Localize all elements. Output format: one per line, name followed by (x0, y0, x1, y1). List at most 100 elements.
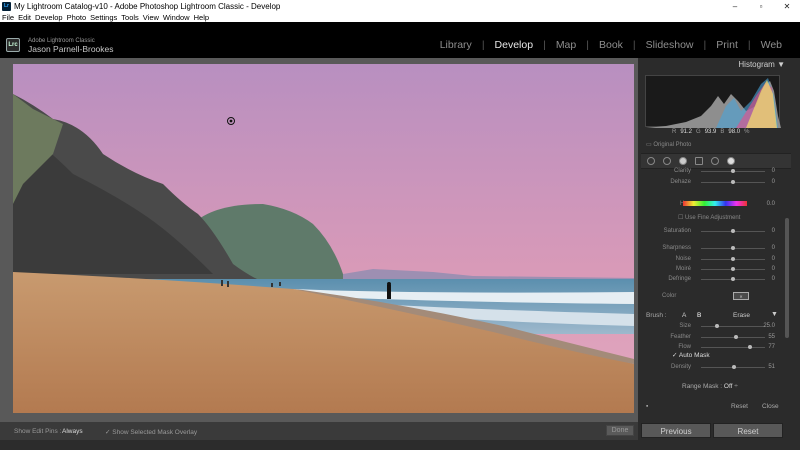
slider-knob[interactable] (731, 267, 735, 271)
module-print[interactable]: Print (716, 39, 738, 51)
brush-erase-button[interactable]: Erase (733, 312, 750, 319)
slider-row: Density 51 (641, 362, 779, 372)
slider-label: Flow (678, 344, 691, 350)
menu-tools[interactable]: Tools (121, 13, 139, 22)
slider-value[interactable]: 55 (768, 334, 775, 340)
slider-label: Feather (670, 334, 691, 340)
slider-label: Density (670, 364, 691, 370)
toolbar: Show Edit Pins : Always ✓ Show Selected … (0, 422, 638, 440)
b-value: 98.0 (728, 129, 741, 135)
slider-value[interactable]: 0 (772, 256, 775, 262)
menu-file[interactable]: File (2, 13, 14, 22)
slider-label: Sharpness (662, 245, 691, 251)
previous-button[interactable]: Previous (641, 423, 711, 438)
auto-mask-checkbox[interactable]: ✓ Auto Mask (672, 351, 710, 359)
red-eye-icon[interactable] (679, 157, 687, 165)
brush-a-button[interactable]: A (682, 312, 686, 319)
slider-knob[interactable] (731, 277, 735, 281)
menu-settings[interactable]: Settings (90, 13, 117, 22)
slider-label: Moiré (675, 266, 691, 272)
slider-track[interactable] (701, 347, 765, 348)
slider-knob[interactable] (731, 257, 735, 261)
brush-collapse-icon[interactable]: ▼ (771, 311, 778, 318)
slider-knob[interactable] (731, 365, 736, 369)
r-label: R (672, 129, 677, 135)
show-overlay-checkbox[interactable]: ✓ Show Selected Mask Overlay (105, 428, 197, 436)
radial-filter-icon[interactable] (711, 157, 719, 165)
crop-tool-icon[interactable] (647, 157, 655, 165)
slider-value[interactable]: 0 (772, 179, 775, 185)
slider-value[interactable]: 0 (772, 266, 775, 272)
color-label: Color (662, 293, 677, 299)
show-edit-pins-select[interactable]: Always (62, 428, 83, 435)
histogram-header[interactable]: Histogram ▼ (645, 60, 785, 72)
show-overlay-label: Show Selected Mask Overlay (112, 429, 198, 436)
menu-develop[interactable]: Develop (35, 13, 63, 22)
graduated-filter-icon[interactable] (695, 157, 703, 165)
slider-track[interactable] (701, 337, 765, 338)
slider-knob[interactable] (715, 324, 719, 328)
slider-label: Defringe (668, 276, 691, 282)
module-separator: | (747, 39, 751, 51)
minimize-button[interactable]: – (722, 2, 748, 11)
auto-mask-label: Auto Mask (678, 352, 710, 359)
original-photo-text: Original Photo (653, 142, 692, 148)
slider-knob[interactable] (734, 335, 739, 339)
spot-removal-icon[interactable] (663, 157, 671, 165)
panel-toggle-icon[interactable]: ▪ (646, 403, 648, 410)
panel-scrollbar[interactable] (785, 218, 789, 338)
lrc-logo: Lrc (6, 38, 20, 52)
slider-value[interactable]: 0 (772, 168, 775, 174)
slider-value[interactable]: 51 (768, 364, 775, 370)
menu-photo[interactable]: Photo (67, 13, 87, 22)
module-web[interactable]: Web (761, 39, 782, 51)
module-separator: | (586, 39, 589, 51)
maximize-button[interactable]: ▫ (748, 2, 774, 11)
photo-canvas[interactable] (13, 64, 634, 413)
module-separator: | (632, 39, 636, 51)
slider-knob[interactable] (731, 246, 735, 250)
brush-b-button[interactable]: B (697, 312, 701, 319)
reset-button[interactable]: Reset (713, 423, 783, 438)
done-button[interactable]: Done (606, 425, 634, 436)
slider-value[interactable]: 25.0 (763, 323, 775, 329)
module-separator: | (543, 39, 546, 51)
slider-value[interactable]: 0 (772, 228, 775, 234)
module-map[interactable]: Map (556, 39, 576, 51)
menu-bar: File Edit Develop Photo Settings Tools V… (0, 12, 800, 22)
color-swatch[interactable]: ✕ (733, 292, 749, 300)
slider-value[interactable]: 0.0 (767, 201, 775, 207)
range-mask-select[interactable]: Range Mask : Off ÷ (682, 383, 738, 390)
slider-label: Dehaze (670, 179, 691, 185)
slider-value[interactable]: 0 (772, 245, 775, 251)
menu-view[interactable]: View (143, 13, 159, 22)
module-slideshow[interactable]: Slideshow (646, 39, 694, 51)
slider-value[interactable]: 0 (772, 276, 775, 282)
slider-track[interactable] (701, 326, 765, 327)
slider-knob[interactable] (748, 345, 753, 349)
percent-unit: % (744, 129, 750, 135)
g-label: G (696, 129, 701, 135)
adjustment-brush-icon[interactable] (727, 157, 735, 165)
slider-knob[interactable] (731, 180, 735, 184)
use-fine-adjustment-checkbox[interactable]: ☐ Use Fine Adjustment (678, 214, 740, 221)
module-separator: | (703, 39, 707, 51)
module-library[interactable]: Library (440, 39, 472, 51)
panel-reset-button[interactable]: Reset (731, 403, 748, 410)
slider-knob[interactable] (731, 169, 735, 173)
menu-edit[interactable]: Edit (18, 13, 31, 22)
module-develop[interactable]: Develop (495, 39, 534, 51)
slider-label: Noise (675, 256, 691, 262)
panel-close-button[interactable]: Close (762, 403, 779, 410)
module-book[interactable]: Book (599, 39, 623, 51)
r-value: 91.2 (680, 129, 693, 135)
slider-label: Clarity (673, 168, 691, 174)
hue-color-bar[interactable] (683, 201, 747, 206)
menu-window[interactable]: Window (163, 13, 190, 22)
slider-row: Size 25.0 (641, 321, 779, 331)
close-window-button[interactable]: ✕ (774, 2, 800, 11)
range-mask-label: Range Mask : (682, 383, 723, 390)
slider-value[interactable]: 77 (768, 344, 775, 350)
slider-knob[interactable] (731, 229, 735, 233)
menu-help[interactable]: Help (194, 13, 209, 22)
